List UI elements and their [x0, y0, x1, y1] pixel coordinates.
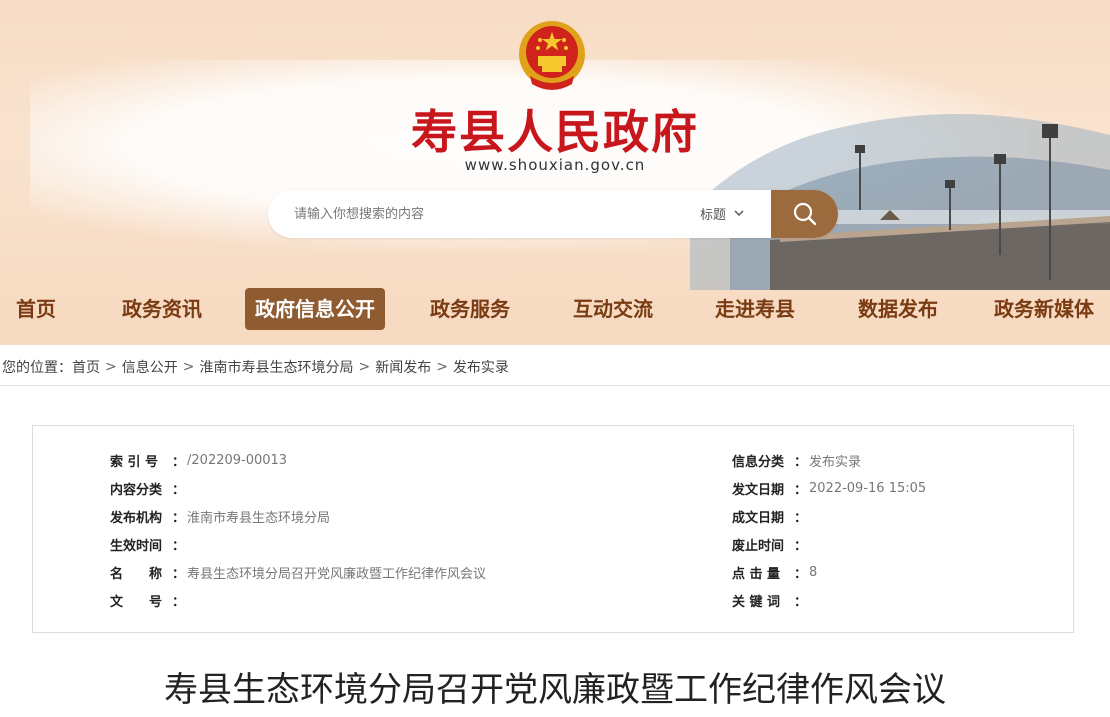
search-type-label: 标题	[700, 208, 727, 223]
breadcrumb-separator: >	[182, 359, 195, 375]
meta-value: 淮南市寿县生态环境分局	[187, 510, 331, 526]
meta-label: 文 号	[110, 594, 163, 610]
breadcrumb-separator: >	[436, 359, 448, 375]
meta-label: 索 引 号	[110, 454, 159, 470]
meta-value: 发布实录	[809, 454, 862, 470]
meta-label: 废止时间	[732, 538, 785, 554]
search-icon	[793, 202, 816, 226]
nav-item-new-media[interactable]: 政务新媒体	[984, 288, 1104, 330]
breadcrumb-prefix: 您的位置：	[2, 360, 72, 376]
search-type-select[interactable]: 标题	[700, 204, 744, 223]
breadcrumb-separator: >	[105, 359, 117, 375]
meta-row-info-category: 信息分类：发布实录	[732, 450, 861, 470]
meta-row-effective-date: 生效时间：	[110, 534, 187, 554]
nav-item-services[interactable]: 政务服务	[420, 288, 520, 330]
article-title: 寿县生态环境分局召开党风廉政暨工作纪律作风会议	[164, 670, 946, 710]
main-nav: 首页 政务资讯 政府信息公开 政务服务 互动交流 走进寿县 数据发布 政务新媒体	[0, 288, 1110, 330]
breadcrumb: 您的位置： 首页 > 信息公开 > 淮南市寿县生态环境分局 > 新闻发布 > 发…	[2, 356, 509, 378]
document-meta-box: 索 引 号：/202209-00013 内容分类： 发布机构：淮南市寿县生态环境…	[32, 425, 1074, 633]
meta-value: 寿县生态环境分局召开党风廉政暨工作纪律作风会议	[187, 566, 487, 582]
meta-label: 发布机构	[110, 510, 163, 526]
meta-row-view-count: 点 击 量： 8	[732, 564, 818, 582]
site-url: www.shouxian.gov.cn	[464, 156, 646, 174]
search-input[interactable]	[294, 190, 674, 238]
nav-item-news[interactable]: 政务资讯	[112, 288, 212, 330]
meta-value: 8	[809, 564, 818, 580]
meta-label: 发文日期	[732, 482, 785, 498]
meta-label: 关 键 词	[732, 594, 781, 610]
search-bar: 标题	[268, 190, 838, 238]
breadcrumb-bureau[interactable]: 淮南市寿县生态环境分局	[199, 357, 353, 377]
breadcrumb-home[interactable]: 首页	[72, 357, 100, 377]
nav-item-interaction[interactable]: 互动交流	[563, 288, 663, 330]
meta-row-content-category: 内容分类：	[110, 478, 187, 498]
meta-row-doc-number: 文 号：	[110, 590, 187, 610]
breadcrumb-info-disclosure[interactable]: 信息公开	[122, 357, 178, 377]
site-title: 寿县人民政府	[411, 105, 699, 159]
breadcrumb-separator: >	[358, 359, 371, 375]
meta-row-index-number: 索 引 号：/202209-00013	[110, 452, 288, 470]
meta-row-written-date: 成文日期：	[732, 506, 809, 526]
chevron-down-icon	[734, 210, 744, 217]
meta-label: 点 击 量	[732, 566, 781, 582]
meta-row-expiry-date: 废止时间：	[732, 534, 809, 554]
meta-row-keywords: 关 键 词：	[732, 590, 809, 610]
meta-row-publisher: 发布机构：淮南市寿县生态环境分局	[110, 506, 330, 526]
meta-label: 成文日期	[732, 510, 785, 526]
national-emblem-logo	[519, 21, 585, 90]
search-button[interactable]	[771, 190, 838, 238]
nav-item-home[interactable]: 首页	[6, 288, 66, 330]
meta-row-name: 名 称：寿县生态环境分局召开党风廉政暨工作纪律作风会议	[110, 562, 486, 582]
meta-value: /202209-00013	[187, 452, 288, 468]
breadcrumb-release-record[interactable]: 发布实录	[453, 357, 509, 377]
nav-item-data[interactable]: 数据发布	[848, 288, 948, 330]
nav-item-info-disclosure[interactable]: 政府信息公开	[245, 288, 385, 330]
breadcrumb-news-release[interactable]: 新闻发布	[375, 357, 431, 377]
breadcrumb-divider	[0, 385, 1110, 386]
meta-value: 2022-09-16 15:05	[809, 480, 927, 496]
header-banner: 寿县人民政府 www.shouxian.gov.cn 标题 首页 政务资讯 政府…	[0, 0, 1110, 345]
meta-label: 信息分类	[732, 454, 785, 470]
meta-label: 名 称	[110, 566, 163, 582]
meta-label: 生效时间	[110, 538, 163, 554]
meta-label: 内容分类	[110, 482, 163, 498]
nav-item-about[interactable]: 走进寿县	[705, 288, 805, 330]
meta-row-issue-date: 发文日期： 2022-09-16 15:05	[732, 480, 927, 498]
